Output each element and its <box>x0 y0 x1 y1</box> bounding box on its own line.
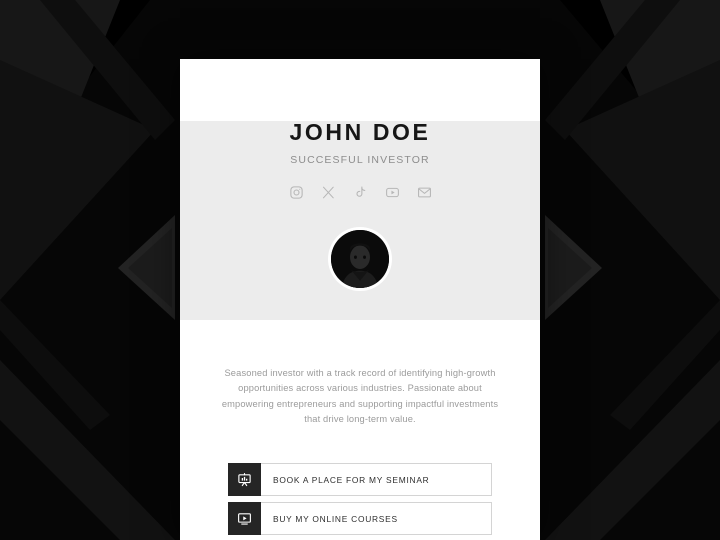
avatar <box>328 227 392 291</box>
avatar-portrait-icon <box>331 230 389 288</box>
profile-bio: Seasoned investor with a track record of… <box>221 368 499 424</box>
profile-tagline: SUCCESFUL INVESTOR <box>290 154 430 166</box>
youtube-icon[interactable] <box>384 185 400 201</box>
avatar-photo <box>331 230 389 288</box>
link-button-label: BOOK A PLACE FOR MY SEMINAR <box>273 474 430 485</box>
link-button-seminar[interactable]: BOOK A PLACE FOR MY SEMINAR <box>228 463 492 497</box>
email-icon[interactable] <box>416 185 432 201</box>
instagram-icon[interactable] <box>288 185 304 201</box>
social-links <box>180 185 540 201</box>
presentation-board-icon <box>228 463 261 497</box>
screenshot-root: JOHN DOE SUCCESFUL INVESTOR Seasoned inv… <box>0 0 720 540</box>
link-button-label: BUY MY ONLINE COURSES <box>273 513 398 524</box>
tiktok-icon[interactable] <box>352 185 368 201</box>
video-player-icon <box>228 502 261 536</box>
x-twitter-icon[interactable] <box>320 185 336 201</box>
page-title: JOHN DOE <box>289 119 431 145</box>
link-button-list: BOOK A PLACE FOR MY SEMINAR BUY MY ONLIN… <box>180 463 540 540</box>
profile-card: JOHN DOE SUCCESFUL INVESTOR Seasoned inv… <box>180 59 540 540</box>
link-button-courses[interactable]: BUY MY ONLINE COURSES <box>228 502 492 536</box>
